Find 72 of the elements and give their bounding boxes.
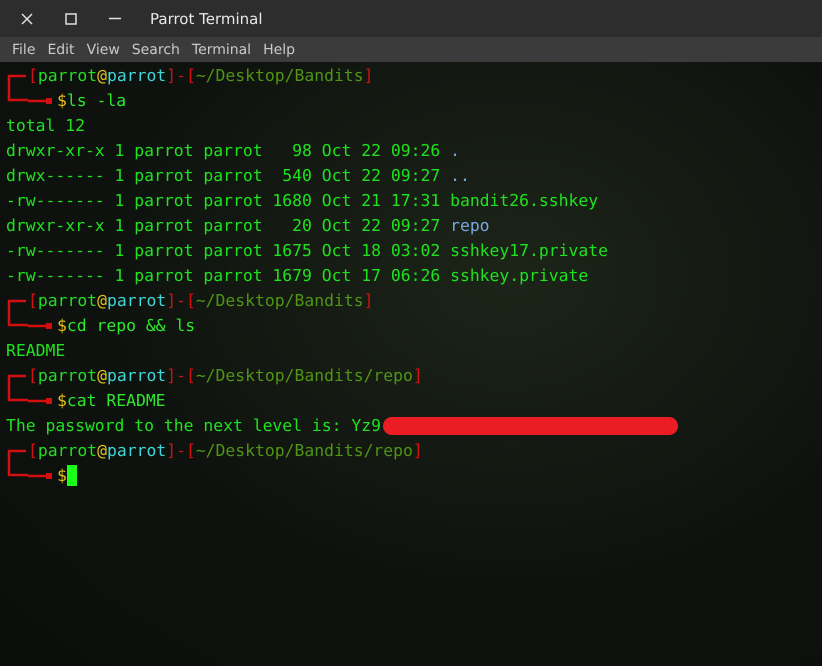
prompt-user: parrot xyxy=(38,366,98,385)
output-text: README xyxy=(6,341,66,360)
prompt-symbol: $ xyxy=(57,391,67,410)
prompt-arrow-icon xyxy=(28,96,52,104)
prompt-user: parrot xyxy=(38,66,98,85)
square-icon xyxy=(65,12,77,24)
prompt-host: parrot xyxy=(106,366,166,385)
prompt-bracket: ] xyxy=(364,291,374,310)
file-details: -rw------- 1 parrot parrot 1675 Oct 18 03:02 xyxy=(6,241,440,260)
prompt-bracket: [ xyxy=(28,291,38,310)
window-title: Parrot Terminal xyxy=(150,10,263,28)
minimize-icon xyxy=(109,17,121,20)
prompt-user: parrot xyxy=(38,291,98,310)
prompt-symbol: $ xyxy=(57,316,67,335)
menu-item[interactable]: Help xyxy=(257,40,301,60)
output-text: The password to the next level is: Yz9 xyxy=(6,416,381,435)
prompt-bracket: [ xyxy=(186,441,196,460)
prompt-at-sign: @ xyxy=(97,291,107,310)
prompt-bracket: ] xyxy=(166,366,176,385)
prompt-path: ~/Desktop/Bandits xyxy=(196,66,364,85)
file-name: bandit26.sshkey xyxy=(450,191,598,210)
menu-item[interactable]: Terminal xyxy=(186,40,258,60)
close-icon xyxy=(21,12,33,24)
prompt-path: ~/Desktop/Bandits/repo xyxy=(196,441,413,460)
prompt-host: parrot xyxy=(106,66,166,85)
command-text: ls -la xyxy=(66,91,126,110)
file-details: drwxr-xr-x 1 parrot parrot 98 Oct 22 09:26 xyxy=(6,141,440,160)
prompt-symbol: $ xyxy=(57,91,67,110)
prompt-separator: - xyxy=(176,366,186,385)
menu-item[interactable]: Edit xyxy=(41,40,81,60)
prompt-arrow-icon xyxy=(28,322,52,330)
output-text: total 12 xyxy=(6,116,85,135)
menu-item[interactable]: File xyxy=(6,40,42,60)
menu-item[interactable]: View xyxy=(80,40,126,60)
prompt-bracket: ] xyxy=(412,366,423,385)
prompt-host: parrot xyxy=(106,291,166,310)
file-details: drwxr-xr-x 1 parrot parrot 20 Oct 22 09:27 xyxy=(6,216,440,235)
directory-name: . xyxy=(450,141,460,160)
prompt-at-sign: @ xyxy=(97,441,107,460)
directory-name: repo xyxy=(450,216,490,235)
prompt-bracket: [ xyxy=(28,366,38,385)
file-details: -rw------- 1 parrot parrot 1680 Oct 21 17:31 xyxy=(6,191,440,210)
prompt-at-sign: @ xyxy=(97,66,107,85)
file-details: drwx------ 1 parrot parrot 540 Oct 22 09:27 xyxy=(6,166,440,185)
menu-item[interactable]: Search xyxy=(126,40,186,60)
prompt-arrow-icon xyxy=(28,396,52,404)
prompt-at-sign: @ xyxy=(97,366,107,385)
file-name: sshkey.private xyxy=(450,266,588,285)
prompt-separator: - xyxy=(176,66,186,85)
prompt-bracket: [ xyxy=(186,366,196,385)
command-text: cat README xyxy=(66,391,166,410)
prompt-bracket: [ xyxy=(28,441,38,460)
directory-name: .. xyxy=(450,166,470,185)
prompt-bracket: ] xyxy=(166,441,176,460)
prompt-separator: - xyxy=(176,441,186,460)
prompt-host: parrot xyxy=(106,441,166,460)
command-text: cd repo && ls xyxy=(66,316,196,335)
prompt-symbol: $ xyxy=(57,466,67,485)
prompt-path: ~/Desktop/Bandits/repo xyxy=(196,366,413,385)
prompt-separator: - xyxy=(176,291,186,310)
prompt-bracket: ] xyxy=(364,66,374,85)
prompt-user: parrot xyxy=(38,441,98,460)
prompt-bracket: [ xyxy=(28,66,38,85)
prompt-arrow-icon xyxy=(28,472,52,480)
prompt-bracket: [ xyxy=(186,66,196,85)
prompt-bracket: [ xyxy=(186,291,196,310)
prompt-bracket: ] xyxy=(166,291,176,310)
file-name: sshkey17.private xyxy=(450,241,608,260)
file-details: -rw------- 1 parrot parrot 1679 Oct 17 06:26 xyxy=(6,266,440,285)
prompt-path: ~/Desktop/Bandits xyxy=(196,291,364,310)
prompt-bracket: ] xyxy=(412,441,423,460)
prompt-bracket: ] xyxy=(166,66,176,85)
